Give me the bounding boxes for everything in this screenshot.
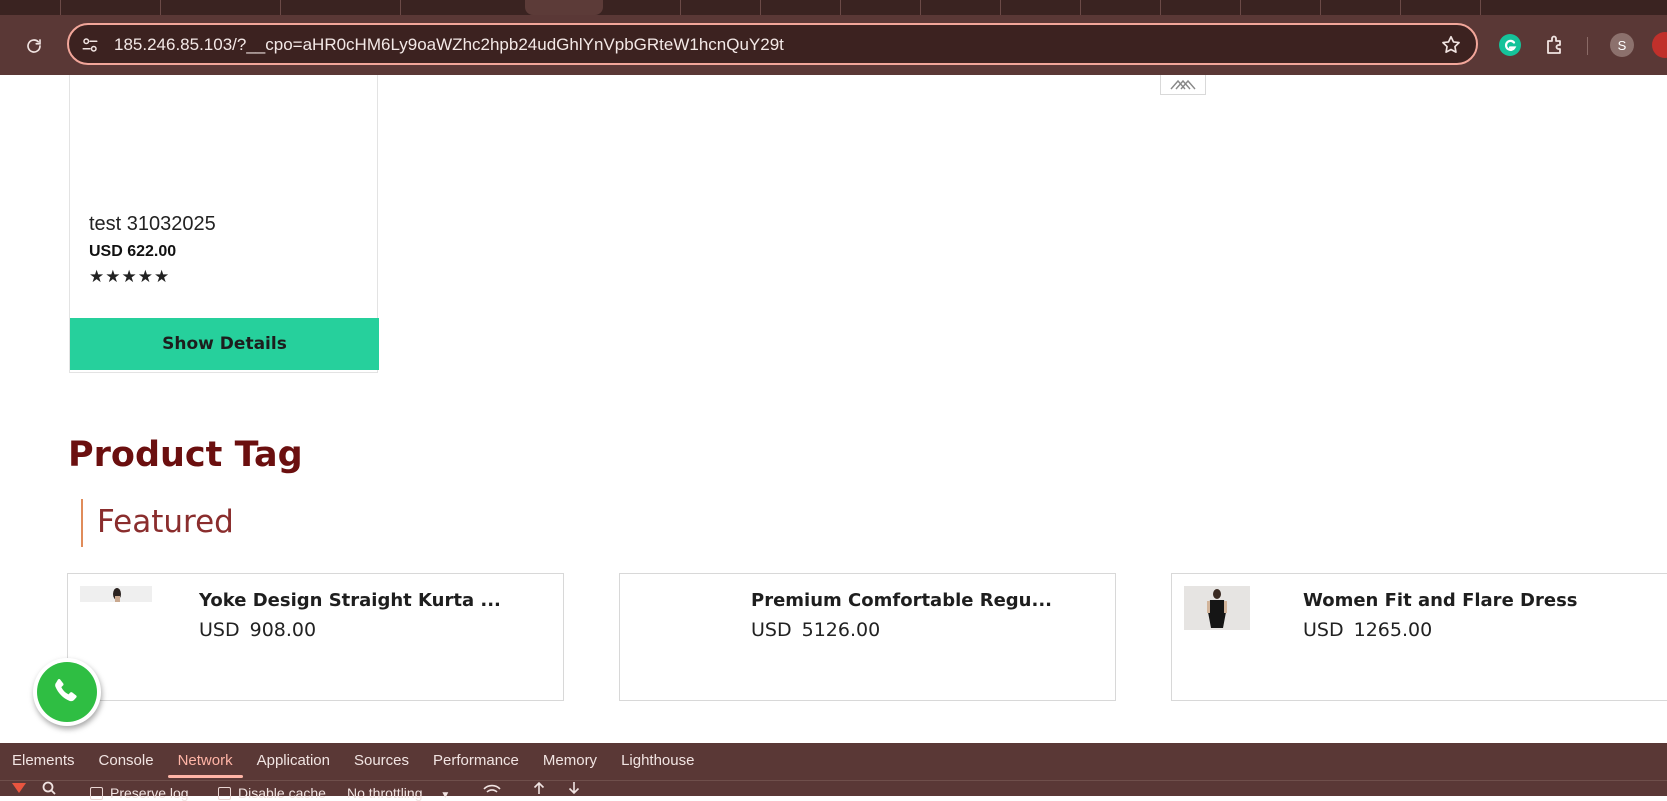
price-amount: 908.00	[249, 619, 317, 641]
devtools-tab-console[interactable]: Console	[87, 743, 166, 779]
product-price: USD 622.00	[89, 243, 177, 260]
tab-strip	[0, 0, 1667, 15]
active-tab[interactable]	[525, 0, 603, 15]
product-card[interactable]: test 31032025 USD 622.00 ★★★★★ Show Deta…	[69, 75, 379, 373]
browser-tab[interactable]	[840, 0, 841, 15]
export-har-icon[interactable]	[567, 781, 581, 798]
price-currency: USD	[199, 619, 240, 641]
devtools-tab-network[interactable]: Network	[166, 743, 245, 779]
browser-tab[interactable]	[1080, 0, 1081, 15]
preserve-log-checkbox[interactable]: Preserve log	[90, 785, 189, 801]
product-thumbnail[interactable]	[80, 586, 152, 606]
page-content: test 31032025 USD 622.00 ★★★★★ Show Deta…	[0, 75, 1667, 743]
collapse-chevron-icon[interactable]	[1160, 75, 1206, 95]
devtools-panel: Elements Console Network Application Sou…	[0, 743, 1667, 801]
reload-icon[interactable]	[20, 32, 48, 60]
featured-product-title[interactable]: Women Fit and Flare Dress	[1303, 590, 1578, 611]
browser-tab[interactable]	[60, 0, 61, 15]
devtools-tabs: Elements Console Network Application Sou…	[0, 743, 706, 779]
product-thumbnail[interactable]	[1184, 586, 1250, 634]
throttling-select[interactable]: No throttling ▼	[347, 785, 450, 801]
featured-product-price: USD 908.00	[199, 619, 316, 641]
devtools-tab-application[interactable]: Application	[245, 743, 342, 779]
featured-product-price: USD 1265.00	[1303, 619, 1432, 641]
browser-tab[interactable]	[280, 0, 281, 15]
devtools-tab-performance[interactable]: Performance	[421, 743, 531, 779]
browser-tab[interactable]	[1240, 0, 1241, 15]
browser-tab[interactable]	[160, 0, 161, 15]
featured-product-card[interactable]: Premium Comfortable Regu... USD 5126.00	[619, 573, 1116, 701]
browser-tab[interactable]	[1480, 0, 1481, 15]
devtools-tab-memory[interactable]: Memory	[531, 743, 609, 779]
price-amount: 5126.00	[801, 619, 881, 641]
preserve-log-label: Preserve log	[110, 785, 189, 801]
show-details-button[interactable]: Show Details	[70, 318, 379, 370]
browser-tab[interactable]	[1400, 0, 1401, 15]
whatsapp-chat-button[interactable]	[33, 658, 101, 726]
network-toolbar: Preserve log Disable cache No throttling…	[0, 780, 1667, 801]
featured-product-card[interactable]: Yoke Design Straight Kurta ... USD 908.00	[67, 573, 564, 701]
featured-product-title[interactable]: Yoke Design Straight Kurta ...	[199, 590, 501, 611]
checkbox-box[interactable]	[218, 787, 231, 800]
browser-tab[interactable]	[1320, 0, 1321, 15]
import-har-icon[interactable]	[532, 781, 546, 798]
disable-cache-checkbox[interactable]: Disable cache	[218, 785, 326, 801]
second-profile-avatar[interactable]	[1652, 32, 1667, 58]
section-title: Product Tag	[68, 435, 303, 475]
devtools-tab-lighthouse[interactable]: Lighthouse	[609, 743, 706, 779]
devtools-tab-elements[interactable]: Elements	[0, 743, 87, 779]
browser-tab[interactable]	[1160, 0, 1161, 15]
browser-toolbar: 185.246.85.103/?__cpo=aHR0cHM6Ly9oaWZhc2…	[0, 15, 1667, 75]
toolbar-divider	[1587, 37, 1588, 55]
featured-product-card[interactable]: Women Fit and Flare Dress USD 1265.00	[1171, 573, 1667, 701]
site-info-icon[interactable]	[81, 36, 99, 54]
profile-avatar[interactable]: S	[1610, 33, 1634, 57]
featured-product-price: USD 5126.00	[751, 619, 880, 641]
whatsapp-icon	[37, 662, 97, 722]
browser-tab[interactable]	[400, 0, 401, 15]
extensions-icon[interactable]	[1543, 33, 1567, 57]
disable-cache-label: Disable cache	[238, 785, 326, 801]
featured-product-title[interactable]: Premium Comfortable Regu...	[751, 590, 1052, 611]
featured-heading: Featured	[81, 499, 234, 547]
bookmark-star-icon[interactable]	[1440, 34, 1462, 56]
throttling-label: No throttling	[347, 785, 423, 801]
search-icon[interactable]	[42, 781, 56, 798]
price-currency: USD	[1303, 619, 1344, 641]
devtools-tab-sources[interactable]: Sources	[342, 743, 421, 779]
price-currency: USD	[751, 619, 792, 641]
price-amount: 1265.00	[1353, 619, 1433, 641]
browser-tab[interactable]	[760, 0, 761, 15]
browser-tab[interactable]	[680, 0, 681, 15]
grammarly-icon[interactable]	[1498, 33, 1522, 57]
rating-stars: ★★★★★	[89, 267, 171, 287]
checkbox-box[interactable]	[90, 787, 103, 800]
address-bar[interactable]: 185.246.85.103/?__cpo=aHR0cHM6Ly9oaWZhc2…	[67, 23, 1478, 65]
browser-tab[interactable]	[920, 0, 921, 15]
product-name[interactable]: test 31032025	[89, 213, 216, 236]
url-text[interactable]: 185.246.85.103/?__cpo=aHR0cHM6Ly9oaWZhc2…	[114, 35, 784, 55]
browser-tab[interactable]	[1000, 0, 1001, 15]
